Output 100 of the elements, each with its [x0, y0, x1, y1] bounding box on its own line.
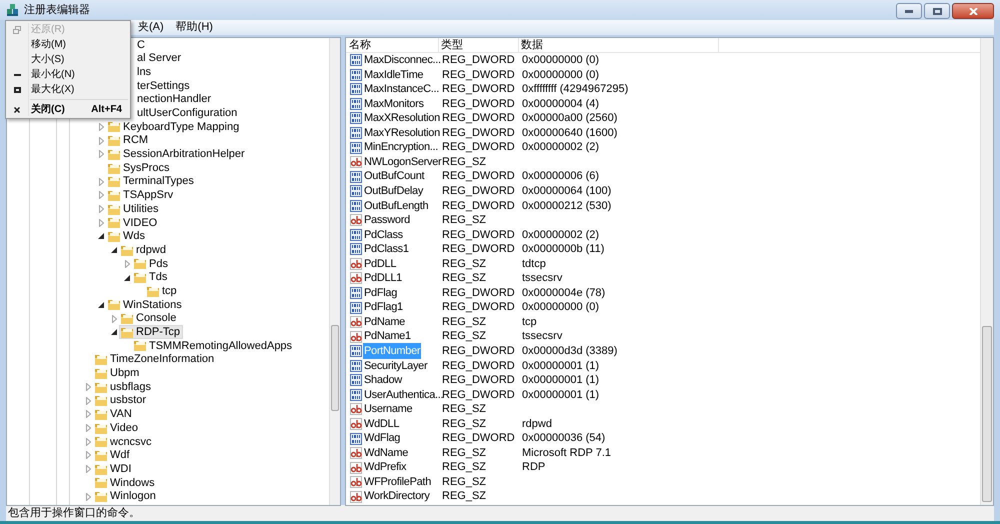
tree-item[interactable]: usbstor	[93, 394, 150, 408]
tree-item[interactable]: Tds	[132, 270, 170, 284]
collapse-arrow-icon[interactable]	[98, 233, 104, 240]
expand-arrow-icon[interactable]	[86, 383, 90, 392]
value-type: REG_DWORD	[441, 344, 516, 359]
expand-arrow-icon[interactable]	[86, 424, 90, 432]
menu-item[interactable]: 夹(A)	[138, 19, 164, 36]
tree-item[interactable]: RCM	[106, 134, 152, 148]
tree-item[interactable]: SysProcs	[106, 161, 172, 175]
value-name[interactable]: PdClass1	[363, 241, 410, 258]
tree-item[interactable]: WinStations	[106, 298, 185, 312]
tree-item[interactable]: rdpwd	[119, 243, 169, 257]
tree-item[interactable]: VAN	[93, 408, 135, 422]
tree-item[interactable]: Utilities	[106, 202, 162, 216]
tree-item[interactable]: ultUserConfiguration	[137, 105, 238, 122]
menu-item[interactable]: 最小化(N)	[6, 67, 130, 82]
value-name[interactable]: MaxInstanceC...	[363, 81, 440, 98]
menu-item[interactable]: 关闭(C) Alt+F4	[6, 102, 130, 117]
tree-item[interactable]: Windows	[93, 476, 158, 490]
value-name[interactable]: PdName	[363, 314, 406, 330]
tree-item[interactable]: usbflags	[93, 380, 154, 394]
tree-item[interactable]: Ubpm	[93, 366, 142, 380]
value-name[interactable]: OutBufDelay	[363, 182, 424, 200]
value-name[interactable]: OutBufLength	[363, 198, 430, 214]
tree-item[interactable]: TimeZoneInformation	[93, 352, 218, 366]
tree-item[interactable]: SessionArbitrationHelper	[106, 148, 248, 162]
tree-item[interactable]: Pds	[132, 257, 171, 271]
menu-item[interactable]: 帮助(H)	[176, 19, 213, 36]
tree-item[interactable]: Console	[119, 312, 180, 326]
expand-arrow-icon[interactable]	[86, 465, 90, 474]
minimize-button[interactable]	[896, 3, 922, 19]
tree-item[interactable]: RDP-Tcp	[119, 325, 184, 340]
value-name[interactable]: WdDLL	[363, 416, 400, 432]
expand-arrow-icon[interactable]	[98, 178, 104, 186]
binary-value-icon	[350, 83, 362, 96]
value-name[interactable]: MaxYResolution	[363, 124, 441, 142]
tree-item[interactable]: Video	[93, 421, 141, 435]
expand-arrow-icon[interactable]	[98, 191, 104, 200]
menu-item[interactable]: 大小(S)	[6, 52, 130, 67]
scroll-thumb[interactable]	[331, 325, 339, 411]
menu-item[interactable]: 移动(M)	[6, 37, 130, 52]
column-header[interactable]: 数据	[519, 38, 719, 52]
collapse-arrow-icon[interactable]	[124, 274, 130, 281]
expand-arrow-icon[interactable]	[124, 260, 130, 268]
collapse-arrow-icon[interactable]	[111, 247, 117, 254]
expand-arrow-icon[interactable]	[98, 136, 104, 145]
value-name[interactable]: PdDLL	[363, 256, 398, 272]
column-header[interactable]: 名称	[347, 38, 439, 52]
value-name[interactable]: MaxXResolution	[363, 110, 441, 127]
value-name[interactable]: Shadow	[363, 372, 403, 389]
value-name[interactable]: WdPrefix	[363, 459, 408, 476]
tree-item[interactable]: wcncsvc	[93, 434, 155, 449]
value-name[interactable]: Username	[363, 401, 414, 418]
tree-item[interactable]: KeyboardType Mapping	[106, 120, 242, 134]
tree-item[interactable]: Wds	[106, 230, 148, 244]
menu-item[interactable]: 最大化(X)	[6, 82, 130, 97]
value-name[interactable]: WFProfilePath	[363, 474, 432, 490]
expand-arrow-icon[interactable]	[98, 218, 104, 227]
column-header[interactable]: 类型	[439, 38, 519, 52]
tree-item[interactable]: tcp	[145, 284, 180, 298]
value-name[interactable]: MinEncryption...	[363, 139, 440, 156]
expand-arrow-icon[interactable]	[98, 150, 104, 158]
expand-arrow-icon[interactable]	[86, 451, 90, 460]
value-name[interactable]: MaxIdleTime	[363, 66, 424, 84]
value-name[interactable]: OutBufCount	[363, 168, 426, 185]
value-name[interactable]: PdDLL1	[363, 270, 403, 287]
tree-item[interactable]: TSMMRemotingAllowedApps	[132, 339, 296, 353]
expand-arrow-icon[interactable]	[86, 396, 90, 405]
collapse-arrow-icon[interactable]	[98, 302, 104, 308]
tree-item[interactable]: TerminalTypes	[106, 174, 197, 189]
value-name[interactable]: SecurityLayer	[363, 358, 428, 374]
expand-arrow-icon[interactable]	[98, 122, 104, 131]
value-name[interactable]: NWLogonServer	[363, 154, 442, 170]
tree-item[interactable]: Wdf	[93, 448, 133, 462]
tree-item[interactable]: WDI	[93, 462, 134, 476]
collapse-arrow-icon[interactable]	[111, 329, 117, 336]
value-name[interactable]: WdName	[363, 444, 410, 462]
scrollbar[interactable]	[329, 38, 340, 505]
expand-arrow-icon[interactable]	[86, 492, 90, 501]
value-name[interactable]: PdClass	[363, 226, 404, 244]
value-name[interactable]: WdFlag	[363, 430, 402, 447]
value-name[interactable]: Password	[363, 212, 411, 229]
tree-item[interactable]: VIDEO	[106, 216, 160, 230]
tree-item[interactable]: Winlogon	[93, 490, 159, 504]
value-name[interactable]: WorkDirectory	[363, 488, 431, 505]
expand-arrow-icon[interactable]	[86, 438, 90, 446]
expand-arrow-icon[interactable]	[98, 205, 104, 214]
expand-arrow-icon[interactable]	[112, 314, 116, 323]
value-name[interactable]: MaxMonitors	[363, 96, 425, 112]
maximize-button[interactable]	[924, 3, 950, 19]
scroll-thumb[interactable]	[982, 326, 992, 502]
expand-arrow-icon[interactable]	[86, 410, 90, 418]
scrollbar[interactable]	[980, 38, 993, 505]
tree-item[interactable]: TSAppSrv	[106, 188, 176, 202]
value-name[interactable]: PdFlag1	[363, 299, 404, 316]
value-name[interactable]: MaxDisconnec...	[363, 52, 442, 69]
value-name[interactable]: PdName1	[363, 328, 412, 345]
close-button[interactable]	[952, 3, 994, 19]
value-name[interactable]: PdFlag	[363, 284, 398, 302]
value-type: REG_DWORD	[441, 68, 516, 83]
